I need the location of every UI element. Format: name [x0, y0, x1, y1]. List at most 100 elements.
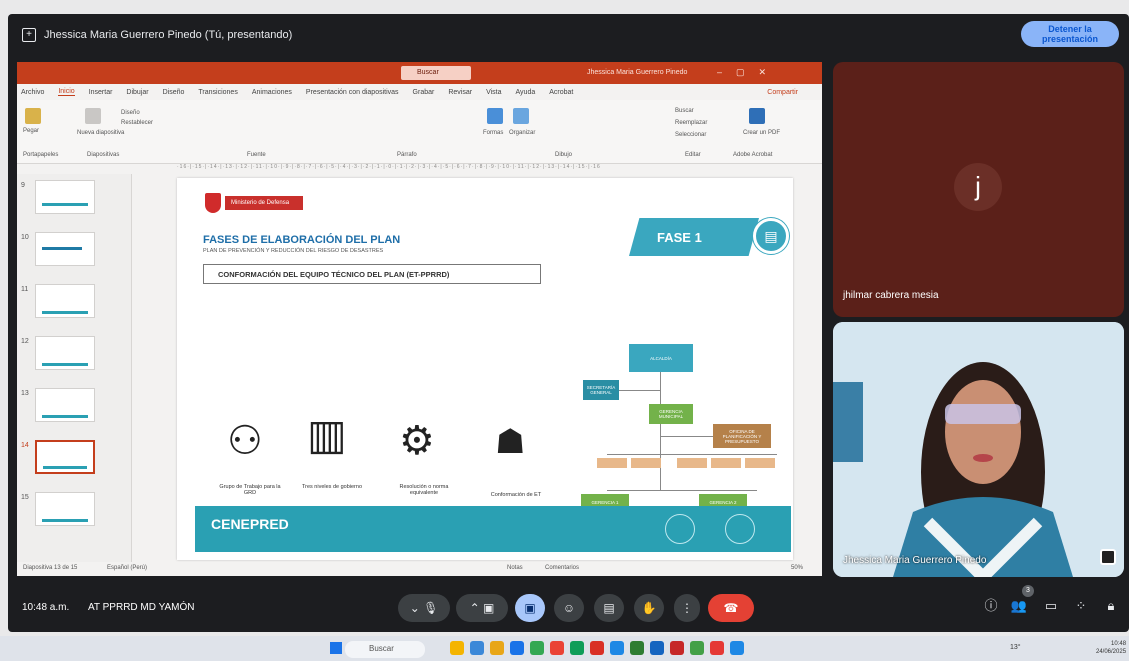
taskbar-search-label: Buscar	[369, 644, 394, 653]
app-icon[interactable]	[710, 641, 724, 655]
share-button[interactable]: Compartir	[767, 89, 798, 96]
app-icon[interactable]	[650, 641, 664, 655]
org-alcaldia: ALCALDÍA	[629, 344, 693, 372]
ruler: ·16·|·15·|·14·|·13·|·12·|·11·|·10·|·9·|·…	[17, 164, 822, 174]
camera-tile[interactable]	[833, 322, 1124, 577]
slide-footer: CENEPRED	[195, 506, 791, 552]
new-slide-icon[interactable]	[85, 108, 101, 124]
paste-label: Pegar	[23, 128, 40, 134]
hand-icon: ✋	[641, 601, 657, 615]
meeting-time: 10:48 a.m.	[22, 602, 70, 613]
app-icon[interactable]	[630, 641, 644, 655]
menu-acrobat[interactable]: Acrobat	[549, 89, 573, 96]
avatar: j	[954, 163, 1002, 211]
fase-banner: FASE 1	[629, 218, 759, 256]
app-icon[interactable]	[570, 641, 584, 655]
language[interactable]: Español (Perú)	[107, 565, 147, 571]
app-icon[interactable]	[490, 641, 504, 655]
menu-revisar[interactable]: Revisar	[448, 89, 472, 96]
activities-icon[interactable]: ⁘	[1070, 594, 1092, 618]
ministry-name: Ministerio de Defensa	[225, 196, 303, 210]
slide-thumbnail[interactable]	[35, 284, 95, 318]
icon-caption: Resolución o norma equivalente	[399, 484, 449, 496]
app-icon[interactable]	[610, 641, 624, 655]
hangup-icon: ☎	[723, 601, 739, 615]
menu-ayuda[interactable]: Ayuda	[516, 89, 536, 96]
raise-hand-button[interactable]: ✋	[634, 594, 664, 622]
arrange-label: Organizar	[509, 130, 536, 136]
chat-icon[interactable]: ▭	[1040, 594, 1062, 618]
editing-group: Editar	[685, 152, 701, 158]
shapes-icon[interactable]	[487, 108, 503, 124]
org-secretaria: SECRETARÍA GENERAL	[583, 380, 619, 400]
mic-button[interactable]: ⌄ 🎙	[398, 594, 450, 622]
more-vert-icon: ⋮	[681, 601, 693, 615]
menu-diseno[interactable]: Diseño	[163, 89, 185, 96]
menu-inicio[interactable]: Inicio	[58, 88, 75, 96]
app-icon[interactable]	[690, 641, 704, 655]
ppt-search-box[interactable]: Buscar	[401, 66, 471, 80]
slide-heading: FASES DE ELABORACIÓN DEL PLAN	[203, 234, 401, 246]
emblem-icon	[665, 514, 695, 544]
participant-name: Jhessica Maria Guerrero Pinedo	[843, 555, 987, 566]
windows-start-icon[interactable]	[330, 642, 342, 654]
reactions-button[interactable]: ☺	[554, 594, 584, 622]
menu-insertar[interactable]: Insertar	[89, 89, 113, 96]
lock-icon[interactable]: 🔒︎	[1100, 594, 1122, 618]
captions-icon: ▤	[603, 601, 615, 615]
app-icon[interactable]	[470, 641, 484, 655]
more-options-button[interactable]: ⋮	[674, 594, 700, 622]
slide-thumbnail[interactable]	[35, 336, 95, 370]
menu-transiciones[interactable]: Transiciones	[198, 89, 237, 96]
org-box	[711, 458, 741, 468]
menu-grabar[interactable]: Grabar	[413, 89, 435, 96]
app-icon[interactable]	[590, 641, 604, 655]
replace-button[interactable]: Reemplazar	[675, 120, 707, 126]
presenter-label: Jhessica Maria Guerrero Pinedo (Tú, pres…	[44, 29, 293, 41]
leave-call-button[interactable]: ☎	[708, 594, 754, 622]
app-icon[interactable]	[550, 641, 564, 655]
comments-button[interactable]: Comentarios	[545, 565, 579, 571]
app-icon[interactable]	[670, 641, 684, 655]
emblem-icon	[725, 514, 755, 544]
find-button[interactable]: Buscar	[675, 108, 694, 114]
app-icon[interactable]	[510, 641, 524, 655]
slide-box-title: CONFORMACIÓN DEL EQUIPO TÉCNICO DEL PLAN…	[203, 264, 541, 284]
app-icon[interactable]	[730, 641, 744, 655]
clipboard-group: Portapapeles	[23, 152, 59, 158]
reset-label[interactable]: Restablecer	[121, 120, 153, 126]
app-icon[interactable]	[530, 641, 544, 655]
arrange-icon[interactable]	[513, 108, 529, 124]
info-icon[interactable]: ⓘ	[980, 594, 1002, 618]
select-button[interactable]: Seleccionar	[675, 132, 706, 138]
present-button[interactable]: ▣	[515, 594, 545, 622]
menu-dibujar[interactable]: Dibujar	[126, 89, 148, 96]
slide-thumbnail[interactable]	[35, 492, 95, 526]
menu-presentacion[interactable]: Presentación con diapositivas	[306, 89, 399, 96]
menu-animaciones[interactable]: Animaciones	[252, 89, 292, 96]
stop-presenting-button[interactable]: Detener la presentación	[1021, 21, 1119, 47]
pin-icon[interactable]	[1100, 549, 1116, 565]
window-controls[interactable]: –▢✕	[717, 67, 780, 78]
camera-button[interactable]: ⌃ ▣	[456, 594, 508, 622]
drawing-group: Dibujo	[555, 152, 573, 158]
slide-canvas[interactable]: Ministerio de Defensa FASES DE ELABORACI…	[177, 178, 793, 560]
app-icon[interactable]	[450, 641, 464, 655]
slide-thumbnail-selected[interactable]	[35, 440, 95, 474]
slide-thumbnail[interactable]	[35, 388, 95, 422]
ppt-menu-bar: Archivo Inicio Insertar Dibujar Diseño T…	[17, 84, 822, 100]
taskbar-clock[interactable]: 10:48 24/06/2025	[1096, 640, 1126, 656]
menu-vista[interactable]: Vista	[486, 89, 501, 96]
slide-thumbnail[interactable]	[35, 232, 95, 266]
zoom-level[interactable]: 50%	[791, 565, 803, 571]
pdf-icon[interactable]	[749, 108, 765, 124]
captions-button[interactable]: ▤	[594, 594, 624, 622]
notes-button[interactable]: Notas	[507, 565, 523, 571]
clock-time: 10:48	[1111, 641, 1127, 647]
people-icon[interactable]: 👥	[1008, 594, 1030, 618]
taskbar-search[interactable]: Buscar	[345, 641, 425, 658]
slide-thumbnail[interactable]	[35, 180, 95, 214]
layout-label[interactable]: Diseño	[121, 110, 140, 116]
paste-icon[interactable]	[25, 108, 41, 124]
menu-archivo[interactable]: Archivo	[21, 89, 44, 96]
